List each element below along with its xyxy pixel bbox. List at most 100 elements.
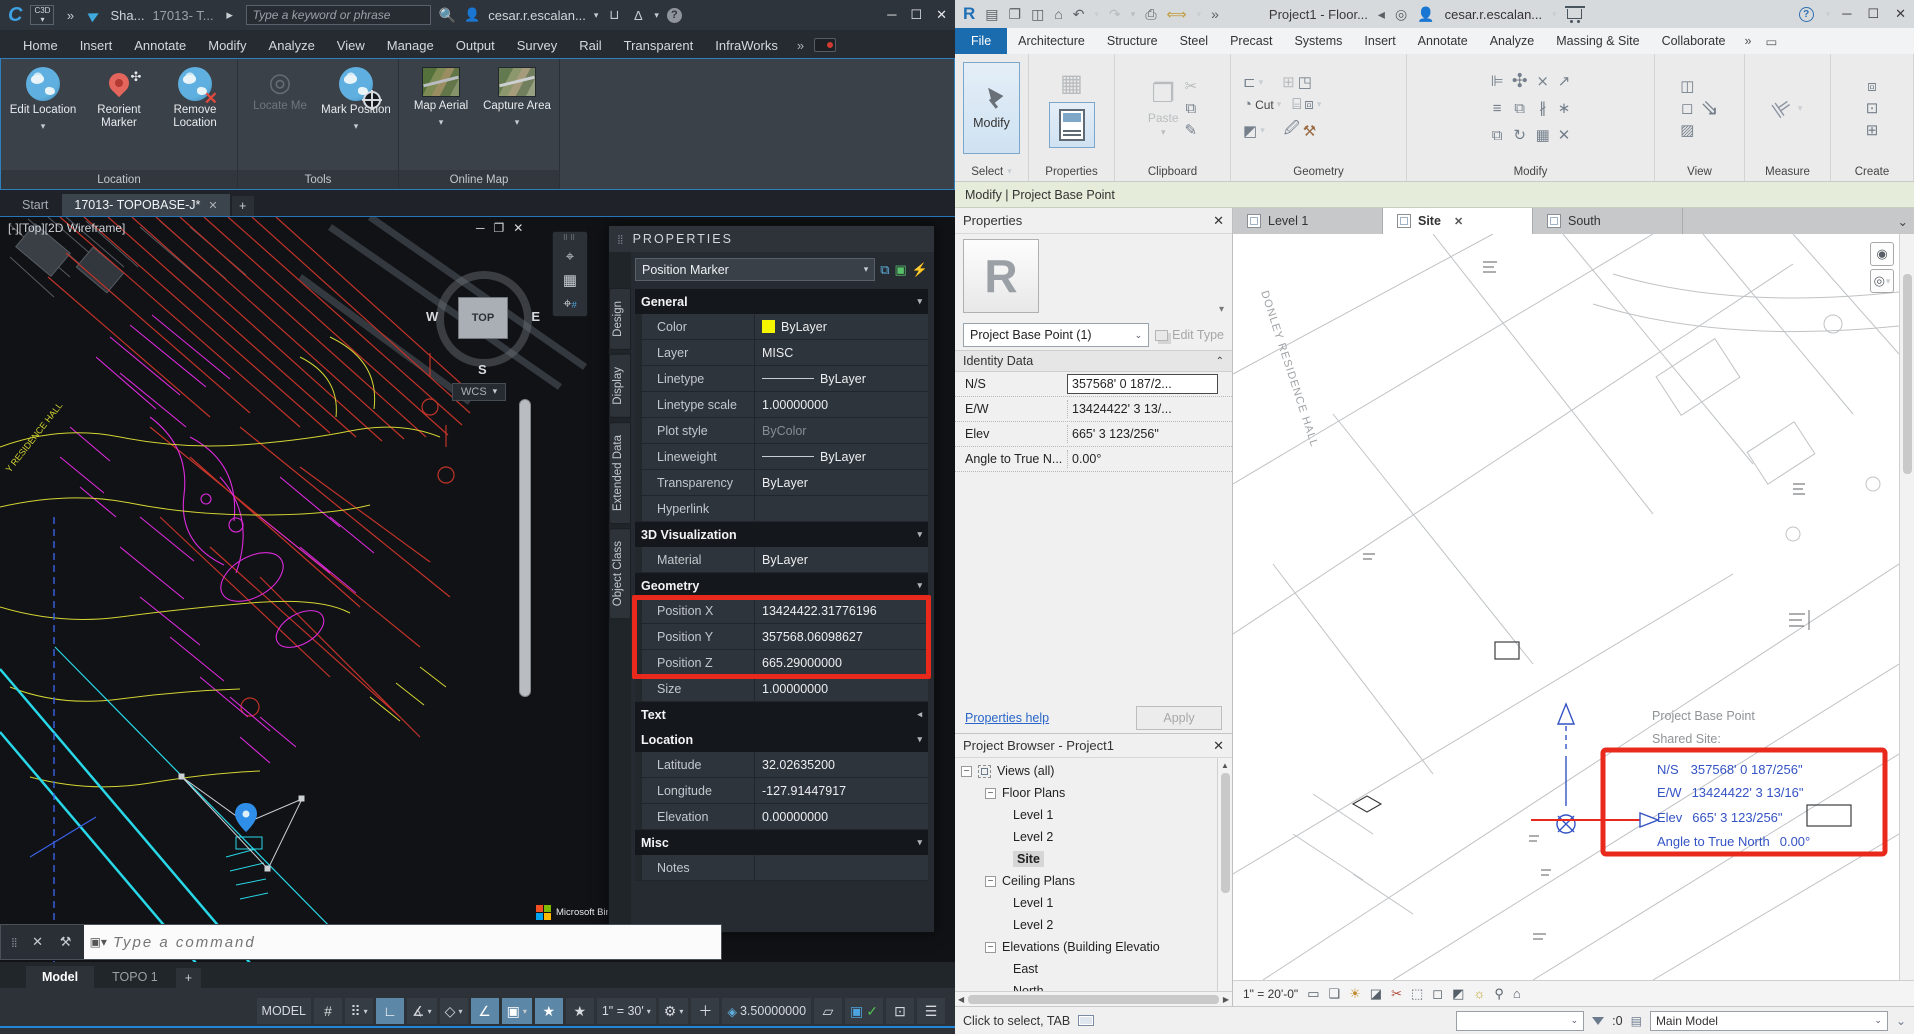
edit-location-button[interactable]: Edit Location (7, 65, 79, 133)
worksets-select[interactable] (1456, 1011, 1584, 1031)
prop-row-lineweight[interactable]: Lineweight ByLayer (635, 444, 928, 470)
properties-toggle-button[interactable] (1049, 102, 1095, 148)
section-location[interactable]: Location (635, 727, 928, 752)
join-icon[interactable] (1304, 96, 1314, 113)
browser-item-level1[interactable]: Level 1 (955, 804, 1232, 826)
view-tab-level1[interactable]: Level 1 (1233, 208, 1383, 234)
scroll-right-icon[interactable] (1223, 995, 1229, 1004)
section-text[interactable]: Text (635, 702, 928, 727)
remove-location-button[interactable]: Remove Location (159, 65, 231, 130)
screen-record-icon[interactable] (814, 38, 836, 52)
close-properties-icon[interactable] (1213, 213, 1224, 229)
properties-help-link[interactable]: Properties help (965, 711, 1049, 725)
panel-label-clipboard[interactable]: Clipboard (1115, 162, 1230, 181)
snap-mode-icon[interactable] (345, 998, 373, 1024)
paste-icon[interactable] (1152, 78, 1175, 109)
param-row-angle[interactable]: Angle to True N... 0.00° (955, 447, 1232, 472)
copy-icon[interactable] (1185, 100, 1196, 117)
search-input[interactable] (246, 5, 431, 25)
current-drawing-label[interactable]: 17013- T... (152, 8, 213, 23)
home-3d-view-icon[interactable] (1054, 6, 1062, 22)
command-input[interactable] (113, 934, 721, 951)
tab-view[interactable]: View (326, 33, 376, 58)
maximize-button[interactable] (1867, 6, 1879, 22)
tab-modify[interactable]: Modify (197, 33, 257, 58)
param-row-ew[interactable]: E/W 13424422' 3 13/... (955, 397, 1232, 422)
trim-icon[interactable] (1536, 72, 1549, 90)
tree-expander[interactable] (985, 788, 996, 799)
viewport-controls-label[interactable]: [-][Top][2D Wireframe] (8, 221, 125, 235)
prop-row-longitude[interactable]: Longitude -127.91447917 (635, 778, 928, 804)
unjoin-icon[interactable] (1292, 96, 1301, 113)
panel-label-online-map[interactable]: Online Map (399, 170, 559, 189)
analytical-icon[interactable] (1513, 986, 1521, 1001)
close-view-icon[interactable] (1454, 215, 1463, 228)
tab-overflow-icon[interactable] (1739, 28, 1758, 54)
annotation-visibility-icon[interactable] (535, 998, 563, 1024)
viewcube-east[interactable]: E (531, 309, 540, 324)
tab-infraworks[interactable]: InfraWorks (704, 33, 789, 58)
panel-label-view[interactable]: View (1655, 162, 1744, 181)
customization-menu-icon[interactable] (917, 998, 945, 1024)
osnap-tracking-icon[interactable] (471, 998, 499, 1024)
help-icon[interactable]: ? (667, 8, 682, 23)
sun-path-icon[interactable] (1349, 986, 1361, 1002)
panel-label-tools[interactable]: Tools (238, 170, 398, 189)
panel-label-location[interactable]: Location (1, 170, 237, 189)
constraints-icon[interactable] (1494, 986, 1504, 1002)
user-avatar-icon[interactable] (1417, 6, 1434, 23)
file-tab-start[interactable]: Start (10, 194, 60, 216)
tree-expander[interactable] (961, 766, 972, 777)
create-group-icon[interactable] (1867, 78, 1877, 95)
prop-row-transparency[interactable]: Transparency ByLayer (635, 470, 928, 496)
tab-file[interactable]: File (955, 28, 1007, 54)
search-binoculars-icon[interactable] (1395, 6, 1407, 23)
tab-architecture[interactable]: Architecture (1007, 28, 1096, 54)
autocad-drawing-canvas[interactable]: Y RESIDENCE HALL [-][Top][2D Wireframe] … (0, 216, 955, 962)
move-icon[interactable] (1512, 70, 1528, 93)
minimize-button[interactable] (887, 7, 896, 23)
view-tab-list-icon[interactable] (1892, 208, 1914, 234)
close-button[interactable] (1895, 6, 1906, 22)
demolish-hammer-icon[interactable] (1303, 122, 1316, 140)
ns-value-field[interactable]: 357568' 0 187/2... (1067, 374, 1218, 394)
qat-expand-icon[interactable] (1211, 6, 1219, 22)
matchline-icon[interactable] (1680, 77, 1694, 95)
revit-drawing-canvas[interactable]: Project Base Point Shared Site: N/S35756… (1233, 234, 1914, 980)
rotate-icon[interactable] (1513, 126, 1526, 144)
mirror-icon[interactable] (1492, 127, 1503, 144)
file-tab-active-drawing[interactable]: 17013- TOPOBASE-J* (62, 194, 229, 216)
tab-insert[interactable]: Insert (69, 33, 124, 58)
tab-precast[interactable]: Precast (1219, 28, 1283, 54)
vp-minimize-icon[interactable] (476, 221, 485, 235)
redo-icon[interactable] (1109, 6, 1121, 23)
save-icon[interactable] (1031, 6, 1044, 23)
undo-icon[interactable] (1073, 6, 1085, 23)
prop-row-linetype[interactable]: Linetype ByLayer (635, 366, 928, 392)
edit-type-button[interactable]: Edit Type (1155, 328, 1224, 342)
temporary-hide-icon[interactable] (1452, 986, 1464, 1002)
autodesk-caret-icon[interactable] (654, 10, 659, 21)
prop-row-linetype-scale[interactable]: Linetype scale 1.00000000 (635, 392, 928, 418)
viewcube-south[interactable]: S (478, 362, 487, 377)
prop-row-plot-style[interactable]: Plot style ByColor (635, 418, 928, 444)
grid-toggle-icon[interactable] (314, 998, 342, 1024)
close-button[interactable] (936, 7, 947, 23)
tab-survey[interactable]: Survey (506, 33, 568, 58)
tree-expander[interactable] (985, 942, 996, 953)
maximize-button[interactable] (910, 7, 922, 23)
signed-in-user[interactable]: cesar.r.escalan... (1445, 7, 1543, 22)
wall-joins-icon[interactable] (1282, 73, 1295, 91)
map-aerial-button[interactable]: Map Aerial (405, 65, 477, 129)
isolate-objects-icon[interactable] (814, 998, 842, 1024)
ribbon-state-icon[interactable] (1759, 28, 1783, 54)
toggle-pickadd-icon[interactable] (880, 262, 889, 278)
app-store-cart-icon[interactable] (606, 5, 622, 25)
prop-row-position-y[interactable]: Position Y 357568.06098627 (635, 624, 928, 650)
side-tab-extended-data[interactable]: Extended Data (609, 422, 631, 524)
prop-row-position-x[interactable]: Position X 13424422.31776196 (635, 598, 928, 624)
close-drawing-icon[interactable] (208, 199, 217, 212)
browser-item-views[interactable]: Views (all) (955, 760, 1232, 782)
panel-label-create[interactable]: Create (1831, 162, 1913, 181)
beam-join-icon[interactable] (1298, 73, 1312, 91)
